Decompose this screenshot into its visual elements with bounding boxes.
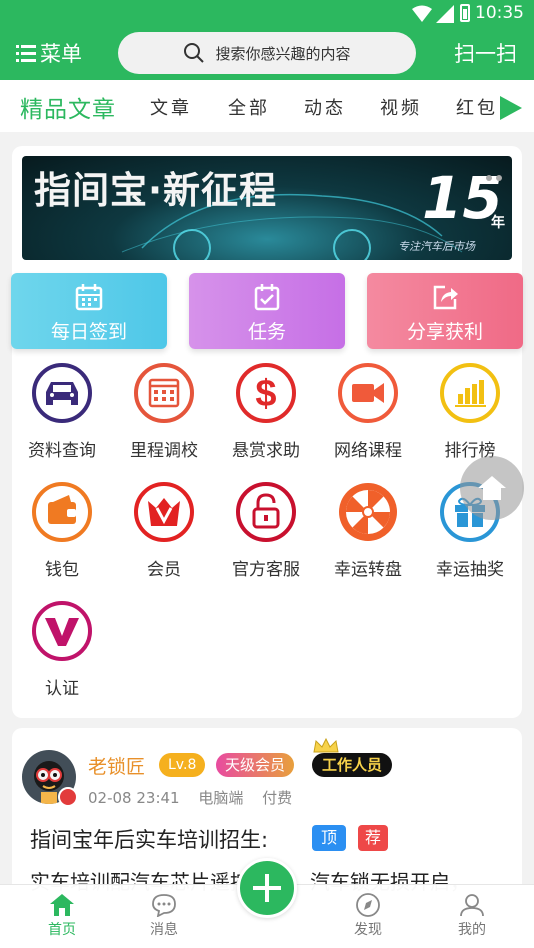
category-tabs: 精品文章 文章 全部 动态 视频 红包 bbox=[0, 80, 534, 132]
share-icon bbox=[433, 285, 458, 310]
post-meta: 02-08 23:41 电脑端 付费 bbox=[88, 787, 306, 808]
grid-label: 资料查询 bbox=[28, 441, 96, 461]
grid-label: 官方客服 bbox=[232, 560, 300, 580]
wallet-icon bbox=[32, 482, 92, 542]
tabs-more-arrow-icon[interactable] bbox=[500, 96, 522, 120]
dollar-icon: $ bbox=[236, 363, 296, 423]
verify-v-icon bbox=[32, 601, 92, 661]
home-icon bbox=[478, 476, 506, 500]
plus-icon bbox=[253, 874, 281, 902]
banner-pagination bbox=[482, 166, 502, 185]
grid-label: 认证 bbox=[45, 679, 79, 699]
scan-button[interactable]: 扫一扫 bbox=[454, 38, 517, 68]
menu-button[interactable]: 菜单 bbox=[16, 38, 82, 68]
grid-item-verification[interactable]: 认证 bbox=[12, 600, 112, 699]
lock-icon bbox=[236, 482, 296, 542]
grid-label: 幸运抽奖 bbox=[436, 560, 504, 580]
compass-icon bbox=[356, 893, 380, 917]
grid-item-data-lookup[interactable]: 资料查询 bbox=[12, 362, 112, 461]
post-time: 02-08 23:41 bbox=[88, 789, 180, 807]
nav-discover[interactable]: 发现 bbox=[328, 893, 408, 939]
menu-label: 菜单 bbox=[40, 42, 82, 66]
vip-badge: 天级会员 bbox=[216, 753, 295, 777]
nav-profile[interactable]: 我的 bbox=[432, 893, 512, 939]
grid-label: 幸运转盘 bbox=[334, 560, 402, 580]
app-header: 10:35 菜单 搜索你感兴趣的内容 扫一扫 bbox=[0, 0, 534, 80]
lucky-wheel-icon bbox=[339, 483, 397, 541]
home-icon bbox=[50, 894, 74, 916]
nav-messages[interactable]: 消息 bbox=[124, 893, 204, 939]
post-paid-flag: 付费 bbox=[262, 789, 293, 807]
tasks-label: 任务 bbox=[247, 321, 286, 343]
nav-home-label: 首页 bbox=[48, 922, 76, 938]
post-title[interactable]: 指间宝年后实车培训招生: bbox=[30, 824, 268, 854]
signal-icon bbox=[436, 5, 454, 23]
daily-checkin-label: 每日签到 bbox=[50, 321, 127, 343]
share-earn-label: 分享获利 bbox=[406, 321, 483, 343]
car-icon bbox=[32, 363, 92, 423]
menu-icon bbox=[16, 45, 36, 62]
grid-label: 会员 bbox=[147, 560, 181, 580]
vip-crown-icon bbox=[134, 482, 194, 542]
grid-label: 里程调校 bbox=[130, 441, 198, 461]
grid-item-wallet[interactable]: 钱包 bbox=[12, 481, 112, 580]
grid-item-online-course[interactable]: 网络课程 bbox=[318, 362, 418, 461]
tab-featured[interactable]: 精品文章 bbox=[20, 90, 116, 124]
tab-updates[interactable]: 动态 bbox=[304, 94, 346, 120]
grid-label: 悬赏求助 bbox=[232, 441, 300, 461]
grid-item-leaderboard[interactable]: 排行榜 bbox=[420, 362, 520, 461]
search-placeholder: 搜索你感兴趣的内容 bbox=[215, 44, 351, 63]
status-time: 10:35 bbox=[475, 3, 524, 23]
floating-home-button[interactable] bbox=[460, 456, 524, 520]
tab-videos[interactable]: 视频 bbox=[380, 94, 422, 120]
grid-item-membership[interactable]: 会员 bbox=[114, 481, 214, 580]
user-icon bbox=[460, 894, 484, 917]
banner-title: 指间宝·新征程 bbox=[34, 169, 278, 212]
post-author-name[interactable]: 老锁匠 bbox=[88, 752, 145, 779]
nav-home[interactable]: 首页 bbox=[22, 893, 102, 939]
search-icon bbox=[184, 43, 205, 63]
tab-all[interactable]: 全部 bbox=[228, 94, 270, 120]
calendar-grid-icon bbox=[134, 363, 194, 423]
tasks-button[interactable]: 任务 bbox=[189, 273, 345, 349]
user-level-badge: Lv.8 bbox=[159, 753, 206, 777]
staff-badge: 工作人员 bbox=[312, 753, 393, 777]
grid-item-lucky-wheel[interactable]: 幸运转盘 bbox=[318, 481, 418, 580]
daily-checkin-button[interactable]: 每日签到 bbox=[11, 273, 167, 349]
calendar-icon bbox=[75, 284, 103, 311]
tab-red-packet[interactable]: 红包 bbox=[456, 94, 496, 120]
clipboard-check-icon bbox=[254, 284, 280, 311]
battery-icon bbox=[460, 4, 470, 22]
bar-chart-icon bbox=[440, 363, 500, 423]
banner-subtitle: 专注汽车后市场 bbox=[398, 240, 475, 253]
status-bar: 10:35 bbox=[0, 0, 534, 28]
tab-articles[interactable]: 文章 bbox=[150, 94, 192, 120]
crown-icon bbox=[313, 738, 339, 753]
grid-item-mileage[interactable]: 里程调校 bbox=[114, 362, 214, 461]
post-device: 电脑端 bbox=[198, 789, 244, 807]
video-camera-icon bbox=[338, 363, 398, 423]
nav-discover-label: 发现 bbox=[354, 922, 382, 938]
nav-profile-label: 我的 bbox=[458, 922, 486, 938]
search-input[interactable]: 搜索你感兴趣的内容 bbox=[118, 32, 416, 74]
pinned-tag: 顶 bbox=[312, 825, 346, 851]
grid-label: 钱包 bbox=[45, 560, 79, 580]
recommended-tag: 荐 bbox=[358, 825, 388, 851]
chat-icon bbox=[152, 894, 176, 917]
grid-label: 网络课程 bbox=[334, 441, 402, 461]
create-post-button[interactable] bbox=[237, 858, 297, 918]
promo-banner[interactable]: 指间宝·新征程 15 年 专注汽车后市场 bbox=[22, 156, 512, 260]
wifi-icon bbox=[412, 5, 432, 22]
banner-anniversary-suffix: 年 bbox=[491, 215, 505, 231]
grid-item-bounty[interactable]: $ 悬赏求助 bbox=[216, 362, 316, 461]
grid-item-customer-service[interactable]: 官方客服 bbox=[216, 481, 316, 580]
nav-messages-label: 消息 bbox=[150, 922, 178, 938]
avatar-verified-badge-icon bbox=[58, 787, 78, 807]
svg-text:$: $ bbox=[255, 373, 276, 415]
share-earn-button[interactable]: 分享获利 bbox=[367, 273, 523, 349]
